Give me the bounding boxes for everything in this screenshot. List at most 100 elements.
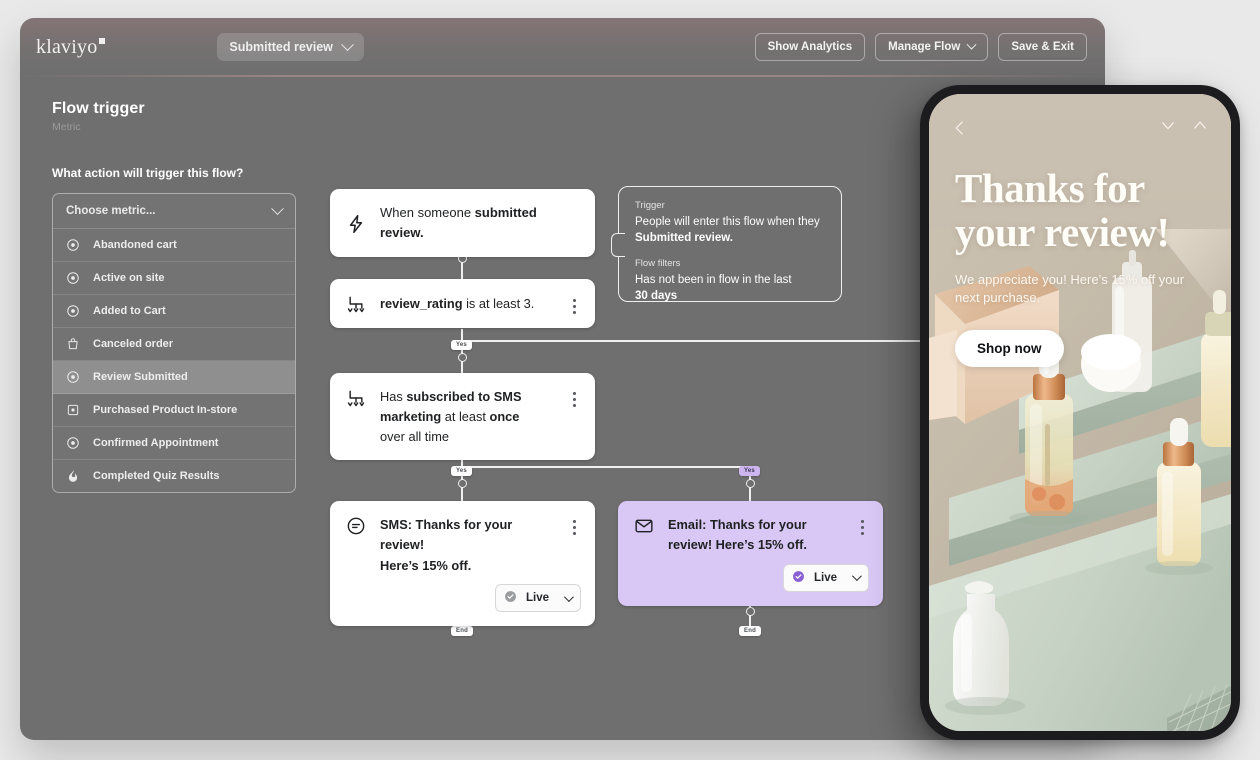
metric-option-active-on-site[interactable]: Active on site	[53, 262, 295, 295]
square-dot-icon	[66, 403, 80, 417]
node-menu-icon[interactable]	[567, 387, 581, 407]
flame-icon	[66, 469, 80, 483]
chevron-down-icon	[851, 571, 862, 582]
condition-1-field: review_rating	[380, 295, 463, 311]
panel-question: What action will trigger this flow?	[52, 166, 244, 180]
flow-node-sms[interactable]: SMS: Thanks for your review! Here’s 15% …	[330, 501, 595, 627]
metric-option-label: Confirmed Appointment	[93, 437, 219, 449]
metric-option-added-to-cart[interactable]: Added to Cart	[53, 295, 295, 328]
metric-option-label: Review Submitted	[93, 371, 188, 383]
branch-badge-yes-email[interactable]: Yes	[739, 466, 760, 476]
bag-icon	[66, 337, 80, 351]
flow-selector-label: Submitted review	[229, 40, 333, 54]
connector-cond2-branch-right	[461, 466, 750, 468]
node-menu-icon[interactable]	[567, 294, 581, 314]
callout-filters-bold: 30 days	[635, 290, 678, 303]
flow-node-email[interactable]: Email: Thanks for your review! Here’s 15…	[618, 501, 883, 606]
metric-option-completed-quiz-results[interactable]: Completed Quiz Results	[53, 460, 295, 492]
chevron-down-icon	[271, 201, 284, 215]
condition-2-l2-bold: marketing	[380, 408, 442, 424]
condition-1-rest: is at least 3.	[462, 295, 535, 311]
target-icon	[66, 370, 80, 384]
flow-selector[interactable]: Submitted review	[217, 33, 364, 61]
topbar-actions: Show Analytics Manage Flow Save & Exit	[754, 33, 1087, 61]
callout-filters-body: Has not been in flow in the last 30 days	[635, 272, 825, 304]
callout-trigger-body: People will enter this flow when they Su…	[635, 214, 825, 246]
envelope-icon	[634, 516, 654, 536]
condition-2-l1-plain: Has	[380, 389, 407, 404]
lightning-icon	[346, 214, 366, 234]
branch-icon	[346, 294, 366, 314]
shop-now-button[interactable]: Shop now	[955, 330, 1064, 368]
callout-trigger-bold: Submitted review.	[635, 232, 733, 245]
chevron-down-icon	[341, 37, 354, 51]
target-icon	[66, 271, 80, 285]
condition-2-l2-plain: at least	[441, 408, 490, 424]
flow-node-trigger[interactable]: When someone submitted review.	[330, 189, 595, 258]
connector-cond1-branch-right	[461, 340, 936, 342]
check-circle-icon	[504, 590, 517, 606]
sms-status-label: Live	[526, 592, 550, 605]
target-icon	[66, 238, 80, 252]
metric-options-list: Abandoned cart Active on site Added to Car…	[53, 228, 295, 492]
trigger-node-text: When someone submitted review.	[380, 203, 581, 243]
app-topbar: klaviyo Submitted review Show Analytics …	[20, 18, 1105, 76]
save-and-exit-label: Save & Exit	[1011, 41, 1074, 53]
connector-dot	[745, 479, 755, 488]
phone-headline: Thanks for your review!	[955, 166, 1205, 255]
screenshot-root: klaviyo Submitted review Show Analytics …	[0, 0, 1260, 760]
metric-option-confirmed-appointment[interactable]: Confirmed Appointment	[53, 427, 295, 460]
sms-node-header: SMS: Thanks for your review! Here’s 15% …	[330, 501, 595, 576]
target-icon	[66, 436, 80, 450]
condition-2-text: Has subscribed to SMS marketing at least…	[380, 387, 553, 446]
panel-subtitle: Metric	[52, 121, 81, 133]
connector-cond1-to-cond2	[461, 329, 463, 373]
phone-mockup: Thanks for your review! We appreciate yo…	[920, 85, 1240, 740]
end-badge[interactable]: End	[451, 626, 473, 636]
target-icon	[66, 304, 80, 318]
metric-option-label: Active on site	[93, 272, 165, 284]
flow-trigger-panel: Flow trigger Metric What action will tri…	[52, 100, 296, 493]
metric-select: Choose metric... Abandoned cart Active on…	[52, 193, 296, 493]
callout-beak	[611, 233, 625, 257]
email-node-footer: Live	[618, 556, 883, 606]
metric-select-placeholder: Choose metric...	[66, 205, 156, 217]
trigger-summary-callout: Trigger People will enter this flow when…	[611, 186, 842, 304]
branch-badge-yes[interactable]: Yes	[451, 466, 472, 476]
panel-title: Flow trigger	[52, 100, 145, 117]
end-badge[interactable]: End	[739, 626, 761, 636]
condition-1-text: review_rating is at least 3.	[380, 294, 553, 314]
node-menu-icon[interactable]	[567, 515, 581, 535]
email-status-dropdown[interactable]: Live	[783, 563, 869, 592]
sms-node-text: SMS: Thanks for your review! Here’s 15% …	[380, 515, 553, 576]
klaviyo-logo: klaviyo	[36, 36, 106, 59]
flow-node-condition-2[interactable]: Has subscribed to SMS marketing at least…	[330, 373, 595, 461]
trigger-node-text-plain: When someone	[380, 205, 475, 220]
metric-option-canceled-order[interactable]: Canceled order	[53, 328, 295, 361]
flow-node-condition-1[interactable]: review_rating is at least 3.	[330, 279, 595, 328]
metric-option-label: Abandoned cart	[93, 239, 177, 251]
branch-badge-yes[interactable]: Yes	[451, 340, 472, 350]
email-status-label: Live	[814, 571, 838, 584]
condition-2-l2-bold2: once	[489, 408, 520, 424]
metric-select-trigger[interactable]: Choose metric...	[53, 194, 295, 228]
chevron-down-icon	[563, 592, 574, 602]
node-menu-icon[interactable]	[855, 515, 869, 535]
sms-status-dropdown[interactable]: Live	[495, 584, 581, 613]
email-node-header: Email: Thanks for your review! Here’s 15…	[618, 501, 883, 556]
email-node-line1: Email: Thanks for your	[668, 517, 807, 532]
save-and-exit-button[interactable]: Save & Exit	[998, 33, 1087, 61]
email-node-text: Email: Thanks for your review! Here’s 15…	[668, 515, 841, 556]
metric-option-label: Canceled order	[93, 338, 174, 350]
condition-2-l1-bold: subscribed to SMS	[406, 389, 522, 404]
sms-node-footer: Live	[330, 576, 595, 626]
show-analytics-button[interactable]: Show Analytics	[754, 33, 866, 61]
metric-option-label: Completed Quiz Results	[93, 470, 220, 482]
metric-option-abandoned-cart[interactable]: Abandoned cart	[53, 229, 295, 262]
metric-option-review-submitted[interactable]: Review Submitted	[53, 361, 295, 394]
metric-option-purchased-product-in-store[interactable]: Purchased Product In-store	[53, 394, 295, 427]
callout-filters-plain: Has not been in flow in the last	[635, 274, 792, 287]
sms-node-line2: Here’s 15% off.	[380, 557, 472, 573]
chevron-down-icon	[966, 39, 977, 50]
manage-flow-button[interactable]: Manage Flow	[875, 33, 989, 61]
